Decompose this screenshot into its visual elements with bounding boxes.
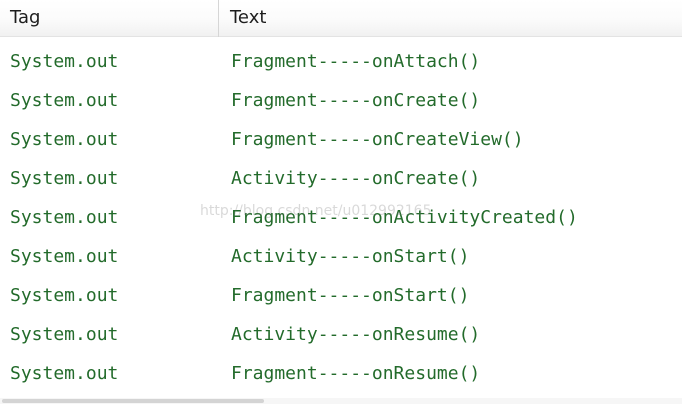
table-row[interactable]: System.out Fragment-----onCreate() — [0, 81, 682, 120]
row-text: Activity-----onResume() — [231, 324, 481, 345]
scrollbar-thumb[interactable] — [2, 399, 264, 403]
table-row[interactable]: System.out Fragment-----onStart() — [0, 276, 682, 315]
table-row[interactable]: System.out Fragment-----onResume() — [0, 354, 682, 393]
row-text: Fragment-----onAttach() — [231, 51, 481, 72]
column-divider[interactable] — [218, 0, 219, 37]
row-tag: System.out — [10, 168, 119, 189]
horizontal-scrollbar[interactable] — [0, 398, 682, 404]
row-tag: System.out — [10, 246, 119, 267]
row-text: Fragment-----onStart() — [231, 285, 470, 306]
row-text: Fragment-----onResume() — [231, 363, 481, 384]
logcat-panel: Tag Text System.out Fragment-----onAttac… — [0, 0, 682, 404]
table-row[interactable]: System.out Activity-----onCreate() — [0, 159, 682, 198]
column-header-text[interactable]: Text — [230, 0, 266, 36]
row-tag: System.out — [10, 51, 119, 72]
row-text: Fragment-----onCreate() — [231, 90, 481, 111]
row-tag: System.out — [10, 129, 119, 150]
row-text: Fragment-----onCreateView() — [231, 129, 524, 150]
row-tag: System.out — [10, 363, 119, 384]
row-text: Activity-----onStart() — [231, 246, 470, 267]
row-text: Fragment-----onActivityCreated() — [231, 207, 578, 228]
row-text: Activity-----onCreate() — [231, 168, 481, 189]
table-row[interactable]: System.out Activity-----onResume() — [0, 315, 682, 354]
row-tag: System.out — [10, 285, 119, 306]
column-header-tag[interactable]: Tag — [10, 0, 40, 36]
table-header: Tag Text — [0, 0, 682, 37]
table-row[interactable]: System.out Fragment-----onAttach() — [0, 42, 682, 81]
table-row[interactable]: System.out Activity-----onStart() — [0, 237, 682, 276]
table-row[interactable]: System.out Fragment-----onCreateView() — [0, 120, 682, 159]
table-row[interactable]: System.out Fragment-----onActivityCreate… — [0, 198, 682, 237]
row-tag: System.out — [10, 207, 119, 228]
row-tag: System.out — [10, 90, 119, 111]
log-rows: System.out Fragment-----onAttach() Syste… — [0, 42, 682, 393]
row-tag: System.out — [10, 324, 119, 345]
